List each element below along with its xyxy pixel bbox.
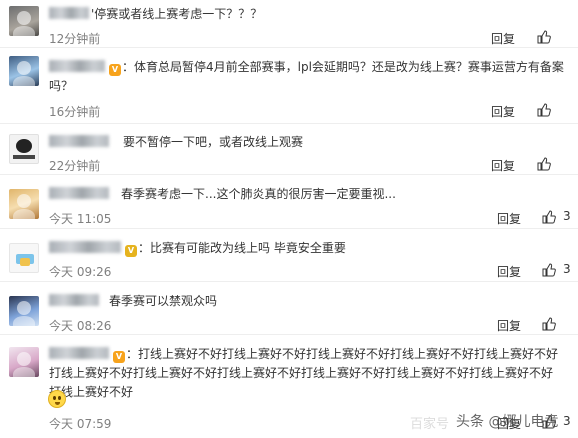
emoji-face-icon xyxy=(48,390,66,408)
user-avatar-icon[interactable] xyxy=(9,347,39,377)
like-button[interactable]: 3 xyxy=(542,262,572,277)
comment-text: ：比赛有可能改为线上吗 毕竟安全重要 xyxy=(138,241,346,255)
reply-button[interactable]: 回复 xyxy=(491,103,515,120)
comment-text-row: 要不暂停一下吧，或者改线上观赛 xyxy=(49,133,564,152)
like-count: 3 xyxy=(563,262,571,276)
comment-time: 今天 11:05 xyxy=(49,212,112,226)
thumbs-up-icon xyxy=(542,263,556,277)
username-link[interactable] xyxy=(49,7,89,19)
comment-item: '停赛或者线上赛考虑一下？？？ 12分钟前 回复 xyxy=(0,0,578,48)
watermark-left: 百家号 xyxy=(410,417,450,432)
comment-text: 春季赛可以禁观众吗 xyxy=(109,294,218,308)
comment-time: 22分钟前 xyxy=(49,159,101,173)
comment-feed: '停赛或者线上赛考虑一下？？？ 12分钟前 回复 V ：体育总局暂停4月前全部赛事… xyxy=(0,0,578,438)
username-link[interactable] xyxy=(49,135,109,147)
comment-time: 今天 07:59 xyxy=(49,417,112,431)
username-link[interactable] xyxy=(49,347,109,359)
comment-item: 春季赛考虑一下...这个肺炎真的很厉害一定要重视... 今天 11:05 回复 … xyxy=(0,175,578,229)
comment-item: 春季赛可以禁观众吗 今天 08:26 回复 xyxy=(0,282,578,335)
watermark-right: 头条 @娜儿电竞 xyxy=(456,414,559,430)
user-avatar-icon[interactable] xyxy=(9,189,39,219)
like-button[interactable]: 3 xyxy=(542,209,572,224)
comment-text-row: V ：比赛有可能改为线上吗 毕竟安全重要 xyxy=(49,239,564,258)
reply-button[interactable]: 回复 xyxy=(497,210,521,227)
reply-button[interactable]: 回复 xyxy=(497,263,521,280)
comment-text-row: 春季赛考虑一下...这个肺炎真的很厉害一定要重视... xyxy=(49,185,564,204)
user-avatar-icon[interactable] xyxy=(9,134,39,164)
vip-badge-icon: V xyxy=(109,64,121,76)
comment-text: '停赛或者线上赛考虑一下？？？ xyxy=(91,7,263,21)
like-count: 3 xyxy=(563,209,571,223)
like-button[interactable] xyxy=(542,317,572,331)
user-avatar-icon[interactable] xyxy=(9,296,39,326)
like-count: 3 xyxy=(563,414,571,428)
comment-time: 12分钟前 xyxy=(49,32,101,46)
thumbs-up-icon xyxy=(537,30,551,44)
username-link[interactable] xyxy=(49,294,99,306)
username-link[interactable] xyxy=(49,241,121,253)
comment-item: V ：体育总局暂停4月前全部赛事，lpl会延期吗？还是改为线上赛？赛事运营方有备案… xyxy=(0,48,578,124)
user-avatar-icon[interactable] xyxy=(9,6,39,36)
comment-text-row: V ：体育总局暂停4月前全部赛事，lpl会延期吗？还是改为线上赛？赛事运营方有备案… xyxy=(49,58,568,96)
comment-text: ：体育总局暂停4月前全部赛事，lpl会延期吗？还是改为线上赛？赛事运营方有备案吗… xyxy=(49,60,564,93)
comment-text-row: 春季赛可以禁观众吗 xyxy=(49,292,564,311)
comment-item: V ：比赛有可能改为线上吗 毕竟安全重要 今天 09:26 回复 3 xyxy=(0,229,578,282)
like-button[interactable] xyxy=(537,103,567,117)
comment-text-row: '停赛或者线上赛考虑一下？？？ xyxy=(49,5,564,24)
username-link[interactable] xyxy=(49,60,105,72)
reply-button[interactable]: 回复 xyxy=(491,30,515,47)
thumbs-up-icon xyxy=(542,317,556,331)
comment-item: 要不暂停一下吧，或者改线上观赛 22分钟前 回复 xyxy=(0,124,578,175)
thumbs-up-icon xyxy=(537,157,551,171)
comment-text-row: V ：打线上赛好不好打线上赛好不好打线上赛好不好打线上赛好不好打线上赛好不好打线上… xyxy=(49,345,564,402)
like-button[interactable] xyxy=(537,30,567,44)
user-avatar-icon[interactable] xyxy=(9,56,39,86)
reply-button[interactable]: 回复 xyxy=(497,317,521,334)
like-button[interactable] xyxy=(537,157,567,171)
username-link[interactable] xyxy=(49,187,109,199)
comment-time: 今天 09:26 xyxy=(49,265,112,279)
comment-text: ：打线上赛好不好打线上赛好不好打线上赛好不好打线上赛好不好打线上赛好不好打线上赛… xyxy=(49,347,559,399)
comment-text: 要不暂停一下吧，或者改线上观赛 xyxy=(123,135,304,149)
reply-button[interactable]: 回复 xyxy=(491,157,515,174)
vip-badge-icon: V xyxy=(113,351,125,363)
comment-time: 今天 08:26 xyxy=(49,319,112,333)
comment-text: 春季赛考虑一下...这个肺炎真的很厉害一定要重视... xyxy=(121,187,396,201)
thumbs-up-icon xyxy=(542,210,556,224)
thumbs-up-icon xyxy=(537,103,551,117)
comment-time: 16分钟前 xyxy=(49,105,101,119)
vip-badge-icon: V xyxy=(125,245,137,257)
user-avatar-icon[interactable] xyxy=(9,243,39,273)
